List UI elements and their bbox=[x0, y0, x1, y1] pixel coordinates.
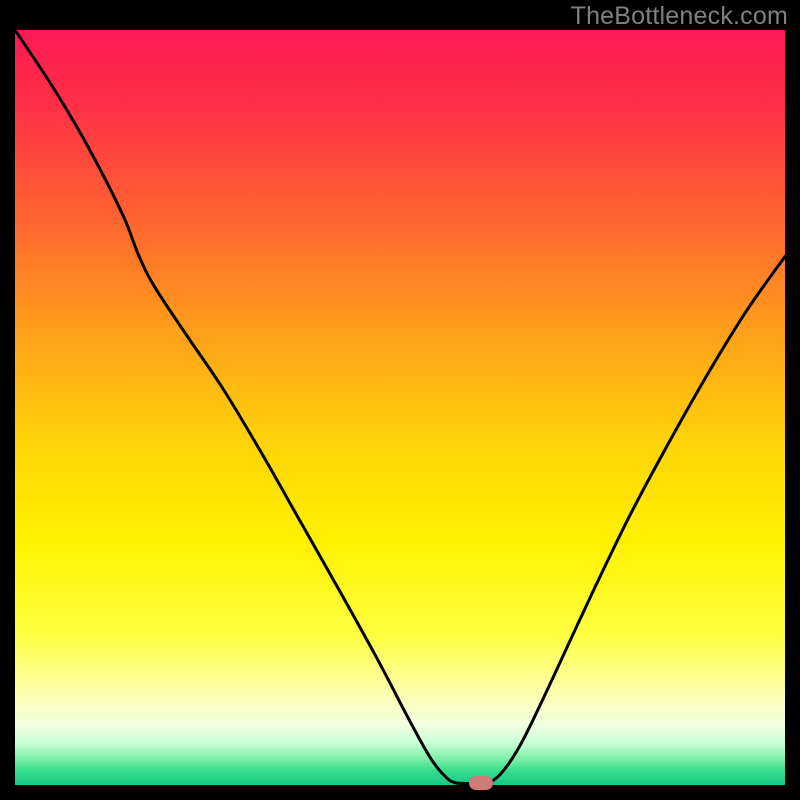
chart-svg bbox=[15, 30, 785, 785]
optimal-point-marker bbox=[469, 776, 493, 790]
gradient-background bbox=[15, 30, 785, 785]
chart-container: TheBottleneck.com bbox=[0, 0, 800, 800]
watermark-text: TheBottleneck.com bbox=[571, 2, 788, 31]
plot-area bbox=[15, 30, 785, 785]
